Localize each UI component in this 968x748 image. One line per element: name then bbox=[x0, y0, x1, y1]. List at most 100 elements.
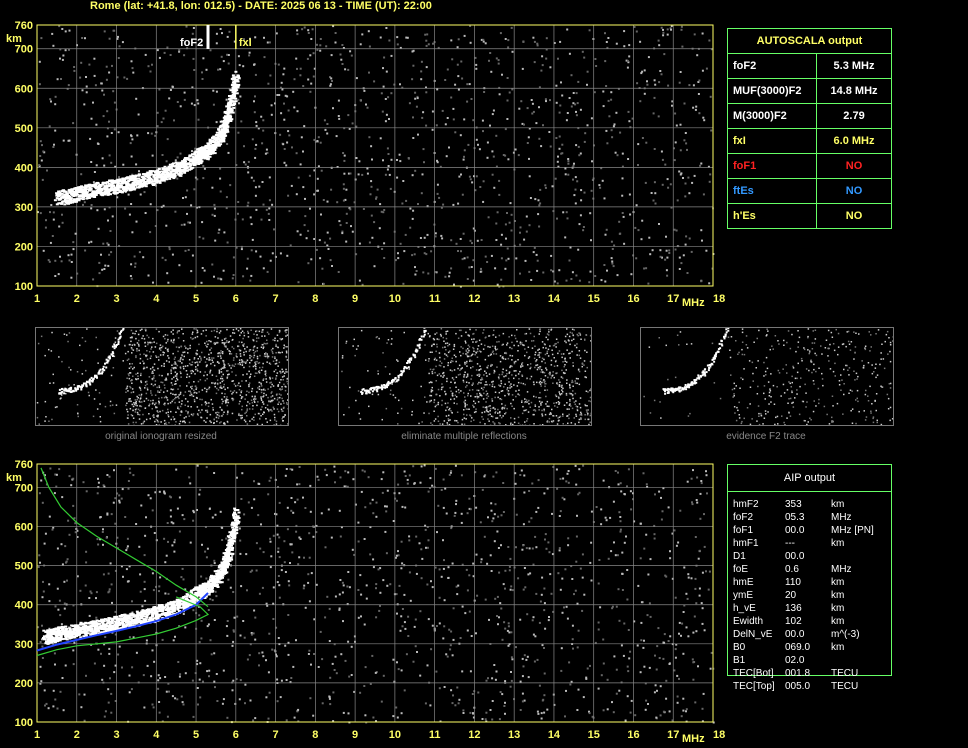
aip-name: D1 bbox=[733, 551, 746, 562]
aip-name: foF1 bbox=[733, 525, 754, 536]
autoscala-label: h'Es bbox=[727, 203, 817, 229]
x-tick-label: 11 bbox=[429, 729, 441, 741]
x-tick-label: 2 bbox=[74, 729, 80, 741]
x-tick-label: 15 bbox=[588, 729, 600, 741]
autoscala-label: MUF(3000)F2 bbox=[727, 78, 817, 104]
thumbnail-f2-trace bbox=[640, 327, 894, 426]
aip-value: 00.0 bbox=[785, 629, 805, 640]
aip-value: 00.0 bbox=[785, 525, 805, 536]
thumbnail-trace bbox=[58, 328, 125, 395]
series-model-upper bbox=[40, 467, 209, 608]
x-tick-label: 16 bbox=[627, 729, 639, 741]
y-tick-label: 600 bbox=[15, 83, 33, 95]
x-tick-label: 4 bbox=[153, 729, 160, 741]
thumbnail-trace bbox=[662, 328, 730, 395]
x-tick-label: 14 bbox=[548, 293, 561, 305]
aip-value: 02.0 bbox=[785, 655, 805, 666]
plot-frame bbox=[36, 24, 714, 287]
aip-value: 136 bbox=[785, 603, 802, 614]
x-tick-label: 5 bbox=[193, 293, 199, 305]
y-axis-unit: km bbox=[6, 472, 22, 484]
x-tick-label: 6 bbox=[233, 729, 239, 741]
y-tick-label: 300 bbox=[15, 639, 33, 651]
y-tick-label: 100 bbox=[15, 281, 33, 293]
thumbnail-caption: eliminate multiple reflections bbox=[401, 431, 527, 442]
x-tick-label: 8 bbox=[312, 293, 318, 305]
autoscala-value: 2.79 bbox=[816, 103, 892, 129]
autoscala-value: NO bbox=[816, 203, 892, 229]
thumbnail-noise bbox=[643, 328, 893, 425]
x-tick-label: 5 bbox=[193, 729, 199, 741]
aip-unit: km bbox=[831, 603, 845, 614]
y-tick-label: 760 bbox=[15, 20, 33, 32]
autoscala-value: NO bbox=[816, 153, 892, 179]
x-tick-label: 9 bbox=[352, 729, 358, 741]
marker-label: foF2 bbox=[180, 37, 203, 49]
aip-name: h_vE bbox=[733, 603, 756, 614]
aip-value: 001.8 bbox=[785, 668, 811, 679]
bottom-ionogram-chart: 1 2 3 4 5 6 7 8 9 10 11 12 13 14 15 16 17 18MHz7607006005… bbox=[6, 459, 725, 745]
aip-name: TEC[Top] bbox=[733, 681, 775, 692]
y-tick-label: 100 bbox=[15, 717, 33, 729]
aip-value: 110 bbox=[785, 577, 801, 588]
y-tick-label: 600 bbox=[15, 522, 33, 534]
thumbnail-caption: evidence F2 trace bbox=[726, 431, 806, 442]
x-axis-unit: MHz bbox=[682, 297, 705, 309]
y-tick-label: 700 bbox=[15, 482, 33, 494]
thumbnail-noise bbox=[341, 328, 591, 425]
thumbnail-original bbox=[35, 327, 289, 426]
thumbnail-noise bbox=[36, 328, 288, 425]
x-tick-label: 8 bbox=[312, 729, 318, 741]
x-tick-label: 17 bbox=[667, 293, 679, 305]
autoscala-row: foF1 NO bbox=[727, 153, 892, 179]
x-tick-label: 13 bbox=[508, 729, 520, 741]
x-tick-label: 1 bbox=[34, 293, 40, 305]
aip-name: foE bbox=[733, 564, 749, 575]
aip-value: 069.0 bbox=[785, 642, 811, 653]
aip-value: 05.3 bbox=[785, 512, 805, 523]
grid bbox=[36, 25, 714, 287]
autoscala-output-table: AUTOSCALA output foF2 5.3 MHz MUF(3000)F2 1… bbox=[727, 28, 892, 229]
aip-unit: km bbox=[831, 538, 845, 549]
autoscala-value: NO bbox=[816, 178, 892, 204]
autoscala-row: foF2 5.3 MHz bbox=[727, 53, 892, 79]
autoscala-title: AUTOSCALA output bbox=[727, 28, 892, 54]
autoscala-row: h'Es NO bbox=[727, 203, 892, 229]
y-tick-label: 200 bbox=[15, 678, 33, 690]
aip-value: 20 bbox=[785, 590, 797, 601]
x-tick-label: 4 bbox=[153, 293, 160, 305]
aip-value: --- bbox=[785, 538, 795, 549]
thumbnail-trace bbox=[360, 328, 427, 395]
x-tick-label: 14 bbox=[548, 729, 561, 741]
aip-value: 0.6 bbox=[785, 564, 799, 575]
aip-unit: MHz [PN] bbox=[831, 525, 874, 536]
x-tick-label: 3 bbox=[113, 293, 119, 305]
autoscala-label: fxI bbox=[727, 128, 817, 154]
background-noise bbox=[37, 464, 715, 724]
aip-unit: MHz bbox=[831, 512, 852, 523]
x-tick-label: 7 bbox=[273, 729, 279, 741]
y-tick-label: 500 bbox=[15, 561, 33, 573]
y-tick-label: 500 bbox=[15, 123, 33, 135]
aip-unit: km bbox=[831, 499, 845, 510]
autoscala-label: ftEs bbox=[727, 178, 817, 204]
thumbnail-caption: original ionogram resized bbox=[105, 431, 217, 442]
aip-unit: MHz bbox=[831, 564, 852, 575]
autoscala-value: 6.0 MHz bbox=[816, 128, 892, 154]
aip-value: 102 bbox=[785, 616, 802, 627]
aip-value: 00.0 bbox=[785, 551, 805, 562]
aip-name: hmE bbox=[733, 577, 754, 588]
aip-unit: km bbox=[831, 577, 845, 588]
x-tick-label: 18 bbox=[713, 729, 725, 741]
background-noise bbox=[37, 25, 715, 288]
x-axis-unit: MHz bbox=[682, 733, 705, 745]
y-tick-label: 760 bbox=[15, 459, 33, 471]
x-tick-label: 1 bbox=[34, 729, 40, 741]
aip-name: hmF1 bbox=[733, 538, 759, 549]
aip-title: AIP output bbox=[728, 465, 891, 492]
autoscala-label: M(3000)F2 bbox=[727, 103, 817, 129]
autoscala-value: 5.3 MHz bbox=[816, 53, 892, 79]
aip-name: Ewidth bbox=[733, 616, 764, 627]
aip-unit: km bbox=[831, 642, 845, 653]
x-tick-label: 6 bbox=[233, 293, 239, 305]
